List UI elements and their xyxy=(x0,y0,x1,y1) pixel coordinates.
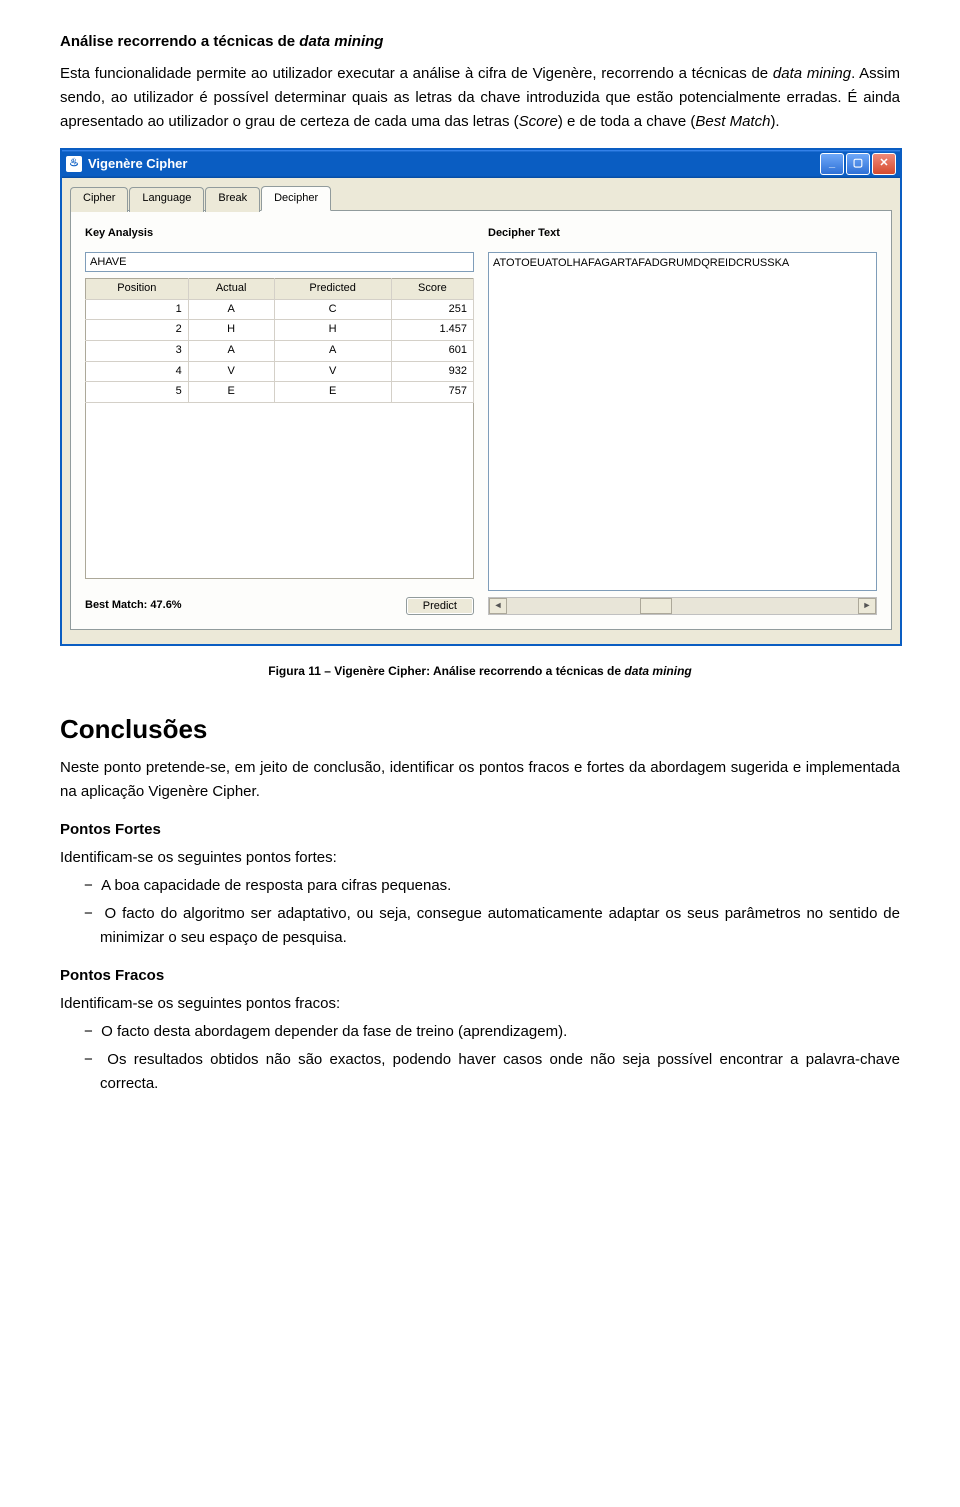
tab-decipher[interactable]: Decipher xyxy=(261,186,331,211)
paragraph-1: Esta funcionalidade permite ao utilizado… xyxy=(60,62,900,134)
fracos-list: O facto desta abordagem depender da fase… xyxy=(60,1020,900,1096)
cell-pos: 5 xyxy=(86,382,189,403)
key-analysis-table: Position Actual Predicted Score 1 A C 25… xyxy=(85,278,474,403)
p1-em2: Score xyxy=(519,113,558,130)
scroll-track[interactable] xyxy=(507,598,858,614)
col-score[interactable]: Score xyxy=(391,279,473,300)
decipher-text-area[interactable]: ATOTOEUATOLHAFAGARTAFADGRUMDQREIDCRUSSKA xyxy=(488,252,877,590)
cell-pred: V xyxy=(274,361,391,382)
figure-caption: Figura 11 – Vigenère Cipher: Análise rec… xyxy=(60,662,900,681)
titlebar[interactable]: ♨ Vigenère Cipher _ ▢ ✕ xyxy=(62,150,900,178)
caption-text: Figura 11 – Vigenère Cipher: Análise rec… xyxy=(268,664,624,678)
paragraph-conclusions: Neste ponto pretende-se, em jeito de con… xyxy=(60,756,900,804)
cell-pred: A xyxy=(274,340,391,361)
cell-score: 757 xyxy=(391,382,473,403)
p1-em1: data mining xyxy=(773,65,851,82)
list-item: Os resultados obtidos não são exactos, p… xyxy=(84,1048,900,1096)
p1-d: ) e de toda a chave ( xyxy=(558,113,696,130)
close-button[interactable]: ✕ xyxy=(872,153,896,175)
scroll-left-icon[interactable]: ◄ xyxy=(489,598,507,614)
heading-analysis: Análise recorrendo a técnicas de data mi… xyxy=(60,30,900,54)
cell-pos: 4 xyxy=(86,361,189,382)
bottom-row: Best Match: 47.6% Predict xyxy=(85,597,474,615)
cell-score: 601 xyxy=(391,340,473,361)
p1-f: ). xyxy=(770,113,779,130)
p1-a: Esta funcionalidade permite ao utilizado… xyxy=(60,65,773,82)
window-body: Cipher Language Break Decipher Key Analy… xyxy=(62,178,900,644)
minimize-button[interactable]: _ xyxy=(820,153,844,175)
key-analysis-label: Key Analysis xyxy=(85,225,474,243)
heading-fracos: Pontos Fracos xyxy=(60,964,900,988)
heading-text: Análise recorrendo a técnicas de xyxy=(60,33,299,50)
caption-em: data mining xyxy=(624,664,691,678)
cell-pos: 3 xyxy=(86,340,189,361)
horizontal-scrollbar[interactable]: ◄ ► xyxy=(488,597,877,615)
heading-conclusions: Conclusões xyxy=(60,709,900,751)
heading-em: data mining xyxy=(299,33,383,50)
cell-pos: 2 xyxy=(86,320,189,341)
cell-actual: H xyxy=(188,320,274,341)
list-item: O facto desta abordagem depender da fase… xyxy=(84,1020,900,1044)
cell-pred: E xyxy=(274,382,391,403)
table-row[interactable]: 5 E E 757 xyxy=(86,382,474,403)
cell-score: 932 xyxy=(391,361,473,382)
tab-language[interactable]: Language xyxy=(129,187,204,212)
app-window: ♨ Vigenère Cipher _ ▢ ✕ Cipher Language … xyxy=(60,148,902,646)
table-row[interactable]: 4 V V 932 xyxy=(86,361,474,382)
col-predicted[interactable]: Predicted xyxy=(274,279,391,300)
cell-actual: E xyxy=(188,382,274,403)
list-item: O facto do algoritmo ser adaptativo, ou … xyxy=(84,902,900,950)
list-item: A boa capacidade de resposta para cifras… xyxy=(84,874,900,898)
decipher-text-panel: Decipher Text ATOTOEUATOLHAFAGARTAFADGRU… xyxy=(488,225,877,615)
fracos-intro: Identificam-se os seguintes pontos fraco… xyxy=(60,992,900,1016)
best-match-label: Best Match: 47.6% xyxy=(85,597,396,615)
java-icon: ♨ xyxy=(66,156,82,172)
table-row[interactable]: 2 H H 1.457 xyxy=(86,320,474,341)
fortes-intro: Identificam-se os seguintes pontos forte… xyxy=(60,846,900,870)
maximize-button[interactable]: ▢ xyxy=(846,153,870,175)
key-analysis-panel: Key Analysis Position Actual Predicted S… xyxy=(85,225,474,615)
table-row[interactable]: 1 A C 251 xyxy=(86,299,474,320)
cell-actual: V xyxy=(188,361,274,382)
tab-cipher[interactable]: Cipher xyxy=(70,187,128,212)
scroll-right-icon[interactable]: ► xyxy=(858,598,876,614)
cell-score: 251 xyxy=(391,299,473,320)
decipher-text-label: Decipher Text xyxy=(488,225,877,243)
tab-panel-decipher: Key Analysis Position Actual Predicted S… xyxy=(70,210,892,630)
col-actual[interactable]: Actual xyxy=(188,279,274,300)
cell-pos: 1 xyxy=(86,299,189,320)
cell-actual: A xyxy=(188,299,274,320)
cell-pred: C xyxy=(274,299,391,320)
cell-actual: A xyxy=(188,340,274,361)
p1-em3: Best Match xyxy=(695,113,770,130)
table-empty-area xyxy=(85,403,474,579)
tab-bar: Cipher Language Break Decipher xyxy=(70,186,892,211)
key-input[interactable] xyxy=(85,252,474,272)
col-position[interactable]: Position xyxy=(86,279,189,300)
heading-fortes: Pontos Fortes xyxy=(60,818,900,842)
cell-pred: H xyxy=(274,320,391,341)
fortes-list: A boa capacidade de resposta para cifras… xyxy=(60,874,900,950)
tab-break[interactable]: Break xyxy=(205,187,260,212)
cell-score: 1.457 xyxy=(391,320,473,341)
scroll-thumb[interactable] xyxy=(640,598,672,614)
window-title: Vigenère Cipher xyxy=(88,154,187,175)
predict-button[interactable]: Predict xyxy=(406,597,474,615)
table-row[interactable]: 3 A A 601 xyxy=(86,340,474,361)
